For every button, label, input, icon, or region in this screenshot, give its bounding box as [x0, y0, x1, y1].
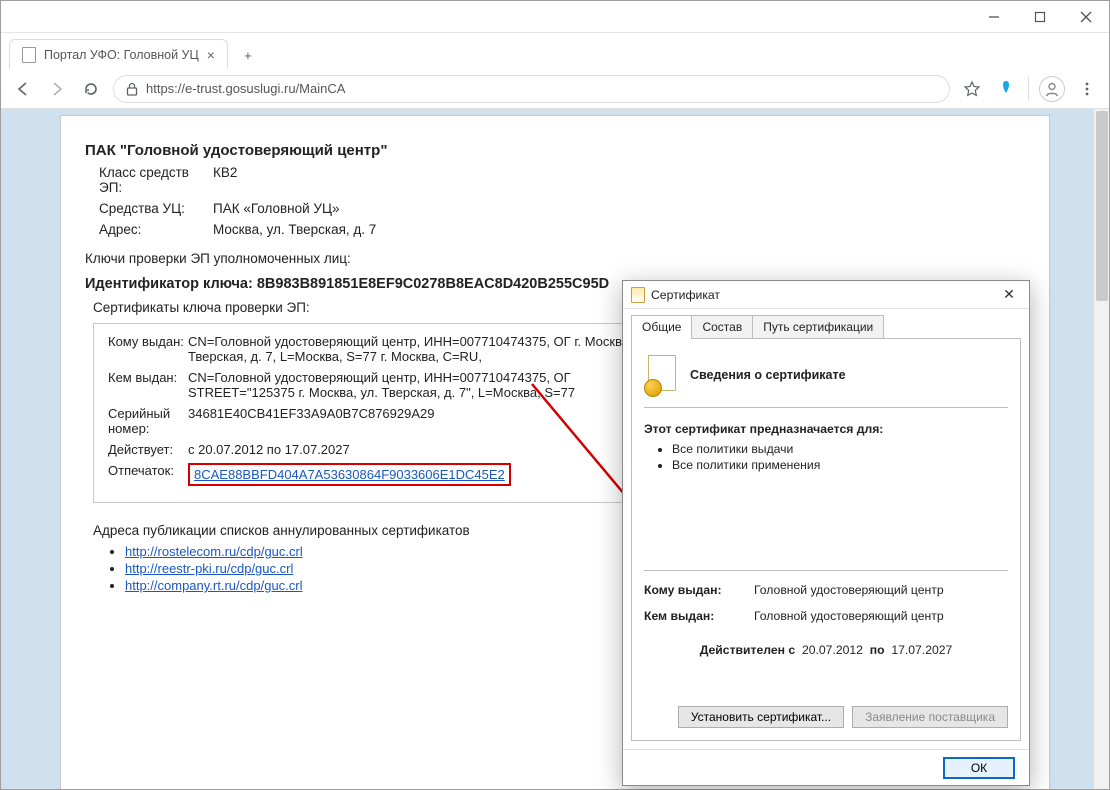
browser-toolbar: https://e-trust.gosuslugi.ru/MainCA — [1, 69, 1109, 109]
dialog-titlebar: Сертификат ✕ — [623, 281, 1029, 309]
class-value: КВ2 — [213, 165, 237, 195]
cert-valid-value: с 20.07.2012 по 17.07.2027 — [188, 442, 668, 457]
dialog-tabs: Общие Состав Путь сертификации — [631, 315, 1021, 339]
browser-tab[interactable]: Портал УФО: Головной УЦ × — [9, 39, 228, 69]
tab-details[interactable]: Состав — [691, 315, 753, 339]
scrollbar-thumb[interactable] — [1096, 111, 1108, 301]
profile-button[interactable] — [1039, 76, 1065, 102]
url-text: https://e-trust.gosuslugi.ru/MainCA — [146, 81, 345, 96]
dialog-validity: Действителен с 20.07.2012 по 17.07.2027 — [644, 643, 1008, 657]
list-item: Все политики выдачи — [672, 442, 1008, 456]
certificate-dialog: Сертификат ✕ Общие Состав Путь сертифика… — [622, 280, 1030, 786]
dialog-to-value: Головной удостоверяющий центр — [754, 583, 944, 597]
reload-button[interactable] — [79, 77, 103, 101]
window-close-button[interactable] — [1063, 1, 1109, 33]
install-certificate-button[interactable]: Установить сертификат... — [678, 706, 844, 728]
page-icon — [22, 47, 36, 63]
cert-serial-value: 34681E40CB41EF33A9A0B7C876929A29 — [188, 406, 668, 436]
cert-serial-label: Серийный номер: — [108, 406, 188, 436]
divider — [644, 407, 1008, 408]
toolbar-separator — [1028, 77, 1029, 101]
tab-certification-path[interactable]: Путь сертификации — [752, 315, 884, 339]
extension-drop-icon[interactable] — [994, 77, 1018, 101]
list-item: Все политики применения — [672, 458, 1008, 472]
cert-to-label: Кому выдан: — [108, 334, 188, 364]
page-title: ПАК "Головной удостоверяющий центр" — [85, 142, 1025, 159]
crl-link[interactable]: http://company.rt.ru/cdp/guc.crl — [125, 578, 303, 593]
tab-title: Портал УФО: Головной УЦ — [44, 48, 199, 62]
certificate-info-title: Сведения о сертификате — [690, 368, 846, 382]
dialog-footer: ОК — [623, 749, 1029, 785]
lock-icon — [126, 82, 138, 96]
certificate-card: Кому выдан:CN=Головной удостоверяющий це… — [93, 323, 683, 503]
dialog-by-label: Кем выдан: — [644, 609, 754, 623]
window-minimize-button[interactable] — [971, 1, 1017, 33]
window-maximize-button[interactable] — [1017, 1, 1063, 33]
class-label: Класс средств ЭП: — [85, 165, 213, 195]
ok-button[interactable]: ОК — [943, 757, 1015, 779]
browser-tabstrip: Портал УФО: Головной УЦ × + — [1, 33, 1109, 69]
fingerprint-link[interactable]: 8CAE88BBFD404A7A53630864F9033606E1DC45E2 — [194, 467, 505, 482]
crl-link[interactable]: http://reestr-pki.ru/cdp/guc.crl — [125, 561, 293, 576]
star-button[interactable] — [960, 77, 984, 101]
means-value: ПАК «Головной УЦ» — [213, 201, 339, 216]
dialog-to-label: Кому выдан: — [644, 583, 754, 597]
certificate-icon — [631, 287, 645, 303]
tab-close-icon[interactable]: × — [207, 47, 215, 63]
cert-valid-label: Действует: — [108, 442, 188, 457]
dialog-close-button[interactable]: ✕ — [997, 286, 1021, 303]
cert-fp-label: Отпечаток: — [108, 463, 188, 486]
fingerprint-highlight: 8CAE88BBFD404A7A53630864F9033606E1DC45E2 — [188, 463, 511, 486]
dialog-by-value: Головной удостоверяющий центр — [754, 609, 944, 623]
address-value: Москва, ул. Тверская, д. 7 — [213, 222, 376, 237]
cert-by-label: Кем выдан: — [108, 370, 188, 400]
scrollbar[interactable] — [1093, 109, 1109, 789]
valid-to: 17.07.2027 — [891, 643, 952, 657]
certificate-large-icon — [644, 353, 680, 397]
issuer-statement-button: Заявление поставщика — [852, 706, 1008, 728]
purpose-list: Все политики выдачи Все политики примене… — [672, 442, 1008, 474]
dialog-title: Сертификат — [651, 288, 720, 302]
forward-button[interactable] — [45, 77, 69, 101]
crl-link[interactable]: http://rostelecom.ru/cdp/guc.crl — [125, 544, 303, 559]
valid-prefix: Действителен с — [700, 643, 795, 657]
menu-button[interactable] — [1075, 77, 1099, 101]
new-tab-button[interactable]: + — [234, 41, 262, 69]
tab-general[interactable]: Общие — [631, 315, 692, 339]
dialog-panel: Сведения о сертификате Этот сертификат п… — [631, 339, 1021, 741]
valid-from: 20.07.2012 — [802, 643, 863, 657]
divider — [644, 570, 1008, 571]
valid-mid: по — [870, 643, 885, 657]
address-bar[interactable]: https://e-trust.gosuslugi.ru/MainCA — [113, 75, 950, 103]
purpose-header: Этот сертификат предназначается для: — [644, 422, 1008, 436]
back-button[interactable] — [11, 77, 35, 101]
means-label: Средства УЦ: — [85, 201, 213, 216]
keys-header: Ключи проверки ЭП уполномоченных лиц: — [85, 251, 1025, 266]
cert-to-value: CN=Головной удостоверяющий центр, ИНН=00… — [188, 334, 668, 364]
cert-by-value: CN=Головной удостоверяющий центр, ИНН=00… — [188, 370, 668, 400]
address-label: Адрес: — [85, 222, 213, 237]
window-titlebar — [1, 1, 1109, 33]
